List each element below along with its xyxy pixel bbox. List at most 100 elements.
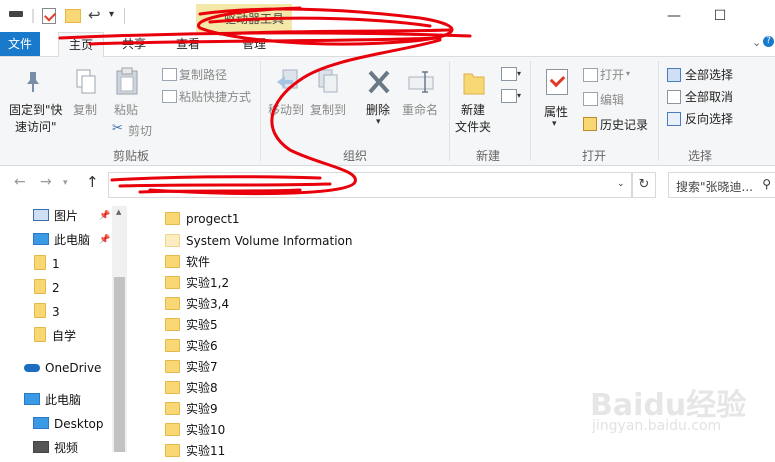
nav-item-folder-self-study[interactable]: 自学 bbox=[34, 326, 76, 346]
list-item[interactable]: 实验6 bbox=[165, 336, 218, 357]
rename-icon bbox=[408, 69, 434, 95]
collapse-ribbon-icon[interactable]: ⌄ bbox=[752, 36, 761, 49]
delete-button[interactable]: 删除 bbox=[366, 101, 390, 118]
invert-selection-button[interactable]: 反向选择 bbox=[685, 110, 733, 127]
divider bbox=[32, 9, 34, 23]
tab-file[interactable]: 文件 bbox=[0, 32, 40, 56]
drive-icon bbox=[9, 11, 23, 17]
paste-button[interactable]: 粘贴 bbox=[114, 101, 138, 118]
refresh-button[interactable]: ↻ bbox=[632, 172, 656, 198]
nav-item-this-pc-root[interactable]: 此电脑 bbox=[24, 390, 81, 410]
pin-quick-access-label-2[interactable]: 速访问" bbox=[15, 118, 57, 135]
history-icon bbox=[583, 117, 597, 131]
file-name: 实验3,4 bbox=[186, 297, 230, 311]
list-item[interactable]: 实验3,4 bbox=[165, 294, 229, 315]
divider bbox=[124, 8, 125, 24]
clipboard-group-label: 剪贴板 bbox=[113, 149, 150, 163]
nav-item-folder-1[interactable]: 1 bbox=[34, 254, 60, 274]
nav-item-folder-2[interactable]: 2 bbox=[34, 278, 60, 298]
new-item-icon[interactable] bbox=[501, 67, 517, 81]
list-item[interactable]: 实验7 bbox=[165, 357, 218, 378]
list-item[interactable]: 实验9 bbox=[165, 399, 218, 420]
search-box[interactable]: 搜索"张晓迪... ⚲ bbox=[668, 172, 775, 198]
pin-icon bbox=[24, 71, 42, 93]
file-name: 实验5 bbox=[186, 318, 218, 332]
new-folder-label-1[interactable]: 新建 bbox=[461, 101, 485, 118]
copy-to-button[interactable]: 复制到 bbox=[310, 101, 346, 118]
open-button[interactable]: 打开 bbox=[600, 66, 624, 83]
close-button[interactable] bbox=[743, 0, 775, 32]
scroll-up-chevron-icon[interactable]: ▲ bbox=[116, 208, 121, 216]
copy-path-button[interactable]: 复制路径 bbox=[179, 66, 227, 83]
nav-item-onedrive[interactable]: OneDrive bbox=[24, 358, 101, 378]
nav-item-videos[interactable]: 视频 bbox=[33, 438, 78, 458]
select-none-button[interactable]: 全部取消 bbox=[685, 88, 733, 105]
nav-item-label: 自学 bbox=[52, 329, 77, 343]
nav-item-this-pc[interactable]: 此电脑 📌 bbox=[33, 230, 110, 250]
back-arrow-icon[interactable]: ← bbox=[14, 174, 26, 190]
move-to-button[interactable]: 移动到 bbox=[268, 101, 304, 118]
pin-icon: 📌 bbox=[99, 211, 111, 221]
maximize-button[interactable]: ☐ bbox=[697, 0, 743, 32]
forward-arrow-icon[interactable]: → bbox=[40, 174, 52, 190]
folder-icon bbox=[34, 255, 46, 270]
rename-button[interactable]: 重命名 bbox=[402, 101, 438, 118]
select-all-icon bbox=[667, 68, 681, 82]
list-item[interactable]: System Volume Information bbox=[165, 231, 352, 252]
paste-shortcut-icon bbox=[162, 90, 177, 103]
address-dropdown-chevron-icon[interactable]: ⌄ bbox=[617, 179, 625, 189]
easy-access-chevron-icon[interactable]: ▾ bbox=[517, 91, 521, 100]
easy-access-icon[interactable] bbox=[501, 89, 517, 103]
file-name: 软件 bbox=[186, 255, 211, 269]
new-item-chevron-icon[interactable]: ▾ bbox=[517, 69, 521, 78]
divider bbox=[449, 61, 450, 161]
copy-icon bbox=[76, 69, 96, 95]
minimize-button[interactable]: — bbox=[651, 0, 697, 32]
nav-item-pictures[interactable]: 图片 📌 bbox=[33, 206, 110, 226]
folder-icon bbox=[165, 402, 180, 415]
nav-item-desktop[interactable]: Desktop bbox=[33, 414, 104, 434]
nav-item-label: 此电脑 bbox=[45, 393, 82, 407]
up-arrow-icon[interactable]: ↑ bbox=[86, 173, 99, 191]
list-item[interactable]: 软件 bbox=[165, 252, 210, 273]
folder-icon bbox=[34, 303, 46, 318]
list-item[interactable]: progect1 bbox=[165, 209, 240, 230]
folder-icon bbox=[165, 255, 180, 268]
search-input[interactable]: 搜索"张晓迪... bbox=[676, 178, 753, 195]
list-item[interactable]: 实验5 bbox=[165, 315, 218, 336]
recent-locations-chevron-icon[interactable]: ▾ bbox=[63, 178, 68, 188]
help-icon[interactable]: ? bbox=[763, 36, 774, 47]
open-icon bbox=[583, 68, 598, 82]
edit-button[interactable]: 编辑 bbox=[600, 91, 624, 108]
history-button[interactable]: 历史记录 bbox=[600, 116, 648, 133]
properties-icon[interactable] bbox=[42, 8, 57, 24]
paste-shortcut-button[interactable]: 粘贴快捷方式 bbox=[179, 88, 251, 105]
tab-home[interactable]: 主页 bbox=[58, 32, 105, 58]
nav-item-folder-3[interactable]: 3 bbox=[34, 302, 60, 322]
new-folder-icon[interactable] bbox=[65, 9, 81, 23]
select-group-label: 选择 bbox=[688, 149, 713, 163]
new-folder-label-2[interactable]: 文件夹 bbox=[455, 118, 491, 135]
list-item[interactable]: 实验10 bbox=[165, 420, 225, 441]
nav-scrollbar-thumb[interactable] bbox=[114, 277, 125, 452]
copy-button[interactable]: 复制 bbox=[73, 101, 97, 118]
minimize-icon: — bbox=[667, 8, 681, 24]
list-item[interactable]: 实验1,2 bbox=[165, 273, 229, 294]
tab-manage[interactable]: 管理 bbox=[232, 32, 276, 56]
file-name: 实验8 bbox=[186, 381, 218, 395]
cut-icon: ✂ bbox=[112, 121, 123, 136]
customize-chevron-icon[interactable]: ▾ bbox=[109, 9, 125, 25]
address-bar[interactable]: ⌄ bbox=[108, 172, 632, 198]
list-item[interactable]: 实验8 bbox=[165, 378, 218, 399]
properties-button[interactable]: 属性 bbox=[544, 103, 568, 120]
tab-view[interactable]: 查看 bbox=[166, 32, 210, 56]
file-name: 实验1,2 bbox=[186, 276, 230, 290]
open-chevron-icon[interactable]: ▾ bbox=[626, 69, 630, 78]
delete-chevron-icon[interactable]: ▾ bbox=[376, 117, 381, 127]
pin-quick-access-label-1[interactable]: 固定到"快 bbox=[9, 101, 63, 118]
cut-button[interactable]: 剪切 bbox=[128, 122, 152, 139]
properties-chevron-icon[interactable]: ▾ bbox=[552, 119, 557, 129]
select-all-button[interactable]: 全部选择 bbox=[685, 66, 733, 83]
undo-icon[interactable]: ↩ bbox=[88, 6, 104, 24]
tab-share[interactable]: 共享 bbox=[112, 32, 156, 56]
